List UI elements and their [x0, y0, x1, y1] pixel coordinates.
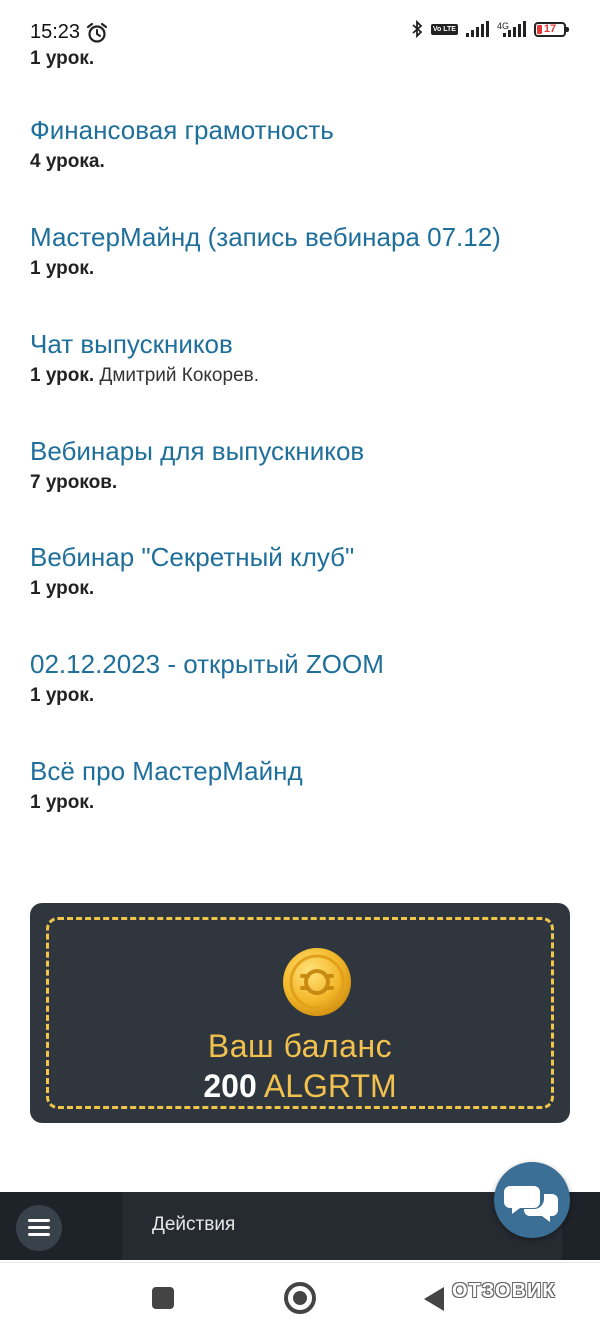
course-title-link[interactable]: Финансовая грамотность — [30, 115, 590, 145]
lessons-count: 1 урок. — [30, 365, 95, 386]
course-lessons-count: 1 урок. Дмитрий Кокорев. — [30, 365, 590, 387]
course-lessons-count: 4 урока. — [30, 151, 590, 173]
chat-bubbles-icon — [504, 1186, 558, 1222]
course-title-link[interactable]: 02.12.2023 - открытый ZOOM — [30, 649, 590, 679]
lessons-count: 1 урок. — [30, 258, 95, 279]
chat-button[interactable] — [494, 1162, 570, 1238]
list-item: 02.12.2023 - открытый ZOOM 1 урок. — [30, 649, 590, 707]
menu-icon-line — [28, 1219, 50, 1222]
volte-icon: Vo LTE — [430, 23, 458, 35]
course-title-link[interactable]: Вебинар "Секретный клуб" — [30, 542, 590, 572]
balance-card-border: Ваш баланс 200 ALGRTM — [46, 917, 554, 1109]
lessons-count: 1 урок. — [30, 792, 95, 813]
lessons-count: 7 уроков. — [30, 472, 118, 493]
course-title-link[interactable]: Вебинары для выпускников — [30, 436, 590, 466]
recent-apps-button[interactable] — [152, 1287, 174, 1309]
lessons-count: 4 урока. — [30, 151, 105, 172]
course-title-link[interactable]: Всё про МастерМайнд — [30, 756, 590, 786]
list-item: Вебинар "Секретный клуб" 1 урок. — [30, 542, 590, 600]
network-type: 4G — [496, 21, 509, 31]
course-lessons-count: 1 урок. — [30, 685, 590, 707]
menu-icon-line — [28, 1226, 50, 1229]
status-icons: Vo LTE 4G 17 — [411, 20, 569, 38]
course-title-link[interactable]: Чат выпускников — [30, 329, 590, 359]
balance-currency: ALGRTM — [263, 1068, 397, 1104]
battery-icon: 17 — [534, 21, 569, 37]
balance-label: Ваш баланс — [207, 1028, 393, 1064]
back-button[interactable] — [424, 1287, 444, 1311]
status-bar: 15:23 Vo LTE 4G 17 — [0, 0, 600, 50]
coin-icon — [283, 948, 351, 1016]
signal-icon-sim1 — [465, 21, 489, 37]
balance-card: Ваш баланс 200 ALGRTM — [30, 903, 570, 1123]
lessons-count: 1 урок. — [30, 578, 95, 599]
lessons-count: 1 урок. — [30, 685, 95, 706]
menu-icon-line — [28, 1233, 50, 1236]
course-title-link[interactable]: МастерМайнд (запись вебинара 07.12) — [30, 222, 590, 252]
hamburger-menu-button[interactable] — [16, 1205, 62, 1251]
list-item: Финансовая грамотность 4 урока. — [30, 115, 590, 173]
home-button[interactable] — [284, 1282, 316, 1314]
bluetooth-icon — [412, 20, 423, 38]
list-item: МастерМайнд (запись вебинара 07.12) 1 ур… — [30, 222, 590, 280]
list-item: Всё про МастерМайнд 1 урок. — [30, 756, 590, 814]
list-item: Вебинары для выпускников 7 уроков. — [30, 436, 590, 494]
alarm-clock-icon — [86, 22, 108, 43]
course-author: Дмитрий Кокорев. — [99, 365, 260, 386]
battery-percent: 17 — [543, 22, 557, 35]
balance-amount: 200 — [203, 1068, 257, 1104]
course-lessons-count: 1 урок. — [30, 48, 95, 69]
status-time: 15:23 — [30, 21, 81, 43]
course-lessons-count: 7 уроков. — [30, 472, 590, 494]
list-item: Чат выпускников 1 урок. Дмитрий Кокорев. — [30, 329, 590, 387]
course-lessons-count: 1 урок. — [30, 578, 590, 600]
watermark-logo: ОТЗОВИК — [452, 1280, 556, 1302]
course-lessons-count: 1 урок. — [30, 258, 590, 280]
course-lessons-count: 1 урок. — [30, 792, 590, 814]
balance-value: 200 ALGRTM — [49, 1068, 551, 1105]
actions-label: Действия — [152, 1214, 236, 1235]
